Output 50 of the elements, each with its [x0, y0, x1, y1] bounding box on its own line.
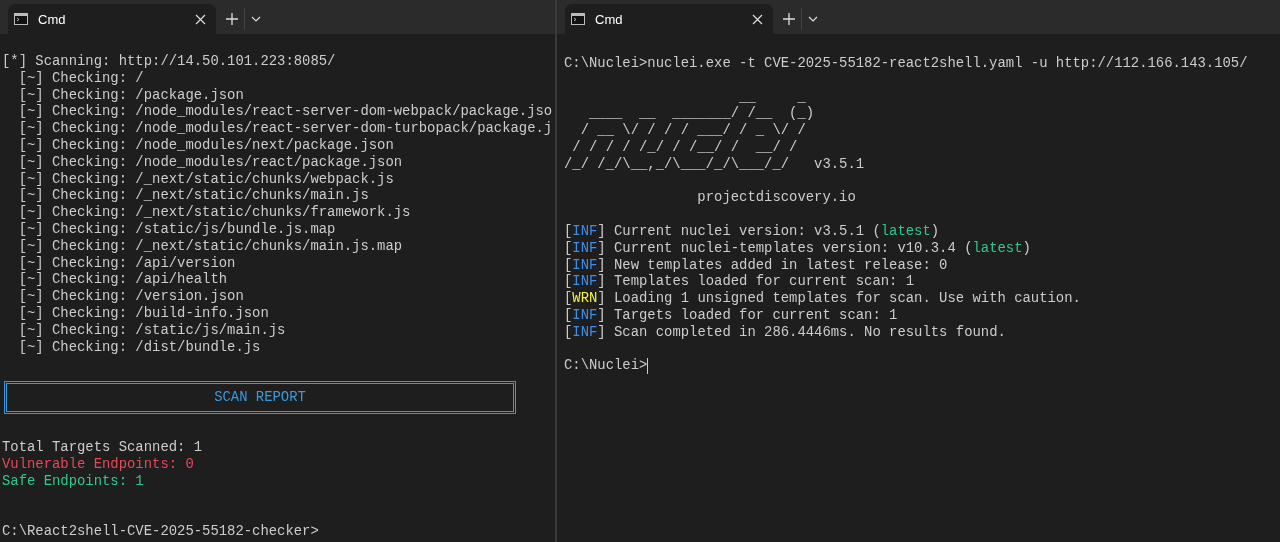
- terminal-line: [~] Checking: /_next/static/chunks/main.js.map: [17, 237, 403, 255]
- terminal-line: [~] Checking: /_next/static/chunks/webpack.js: [17, 170, 394, 188]
- command-prompt: C:\Nuclei>: [564, 357, 648, 374]
- command-prompt: C:\React2shell-CVE-2025-55182-checker>: [2, 523, 319, 540]
- terminal-line: [INF] Targets loaded for current scan: 1: [564, 306, 898, 324]
- plus-icon[interactable]: [226, 13, 238, 25]
- terminal-line: [~] Checking: /node_modules/react-server-dom-turbopack/package.j: [17, 120, 553, 137]
- close-icon[interactable]: [752, 13, 763, 25]
- terminal-line: [~] Checking: /static/js/bundle.js.map: [17, 220, 336, 238]
- chevron-down-icon[interactable]: [251, 16, 261, 22]
- terminal-line: [INF] Scan completed in 286.4446ms. No results found.: [564, 323, 1006, 341]
- terminal-icon: [571, 13, 585, 25]
- terminal-line: [INF] New templates added in latest release: 0: [564, 256, 948, 274]
- terminal-line: Total Targets Scanned: 1: [2, 439, 203, 457]
- terminal-line: [INF] Templates loaded for current scan: 1: [564, 273, 915, 291]
- terminal-line: [~] Checking: /version.json: [17, 288, 244, 305]
- terminal-line: Safe Endpoints: 1: [2, 472, 144, 490]
- terminal-line: [~] Checking: /build-info.json: [17, 304, 269, 322]
- terminal-icon: [14, 13, 28, 25]
- report-header: SCAN REPORT: [4, 380, 516, 415]
- ascii-banner-line: / / / / /_/ / /__/ / __/ /: [571, 139, 798, 156]
- close-icon[interactable]: [195, 13, 206, 25]
- terminal-line: [*] Scanning: http://14.50.101.223:8085/: [2, 53, 336, 70]
- terminal-line: [~] Checking: /dist/bundle.js: [17, 338, 261, 356]
- ascii-banner-line: / __ \/ / / / ___/ / _ \/ /: [579, 122, 806, 139]
- terminal-line: [~] Checking: /static/js/main.js: [17, 321, 286, 339]
- terminal-line: [~] Checking: /node_modules/react-server-dom-webpack/package.jso: [17, 103, 553, 121]
- terminal-line: [INF] Current nuclei version: v3.5.1 (latest): [564, 222, 940, 240]
- terminal-line: [~] Checking: /node_modules/next/package.json: [17, 137, 394, 154]
- terminal-line: [~] Checking: /node_modules/react/package.json: [17, 153, 403, 171]
- tab[interactable]: Cmd: [565, 4, 773, 34]
- terminal-line: [WRN] Loading 1 unsigned templates for scan. Use with caution.: [564, 290, 1081, 307]
- ascii-banner-line: /_/ /_/\__,_/\___/_/\___/_/ v3.5.1: [564, 155, 865, 173]
- terminal-line: [~] Checking: /api/health: [17, 271, 228, 289]
- terminal-line: C:\Nuclei>nuclei.exe -t CVE-2025-55182-react2shell.yaml -u http://112.166.143.105/: [564, 55, 1248, 72]
- terminal-line: [~] Checking: /: [17, 69, 144, 87]
- terminal-line: [~] Checking: /package.json: [17, 86, 244, 104]
- terminal-line: [~] Checking: /_next/static/chunks/framework.js: [17, 204, 411, 221]
- terminal-line: Vulnerable Endpoints: 0: [2, 456, 194, 473]
- tab-title: Cmd: [38, 11, 67, 27]
- chevron-down-icon[interactable]: [808, 16, 818, 22]
- ascii-banner-line: __ _: [738, 88, 806, 106]
- terminal-line: projectdiscovery.io: [696, 189, 856, 207]
- tab-title: Cmd: [595, 11, 624, 27]
- terminal-line: [~] Checking: /_next/static/chunks/main.js: [17, 187, 369, 205]
- ascii-banner-line: ____ __ _______/ /__ (_): [588, 105, 815, 123]
- terminal-line: [~] Checking: /api/version: [17, 254, 236, 272]
- tab[interactable]: Cmd: [8, 4, 216, 34]
- terminal-line: [INF] Current nuclei-templates version: v10.3.4 (latest): [564, 239, 1031, 257]
- plus-icon[interactable]: [783, 13, 795, 25]
